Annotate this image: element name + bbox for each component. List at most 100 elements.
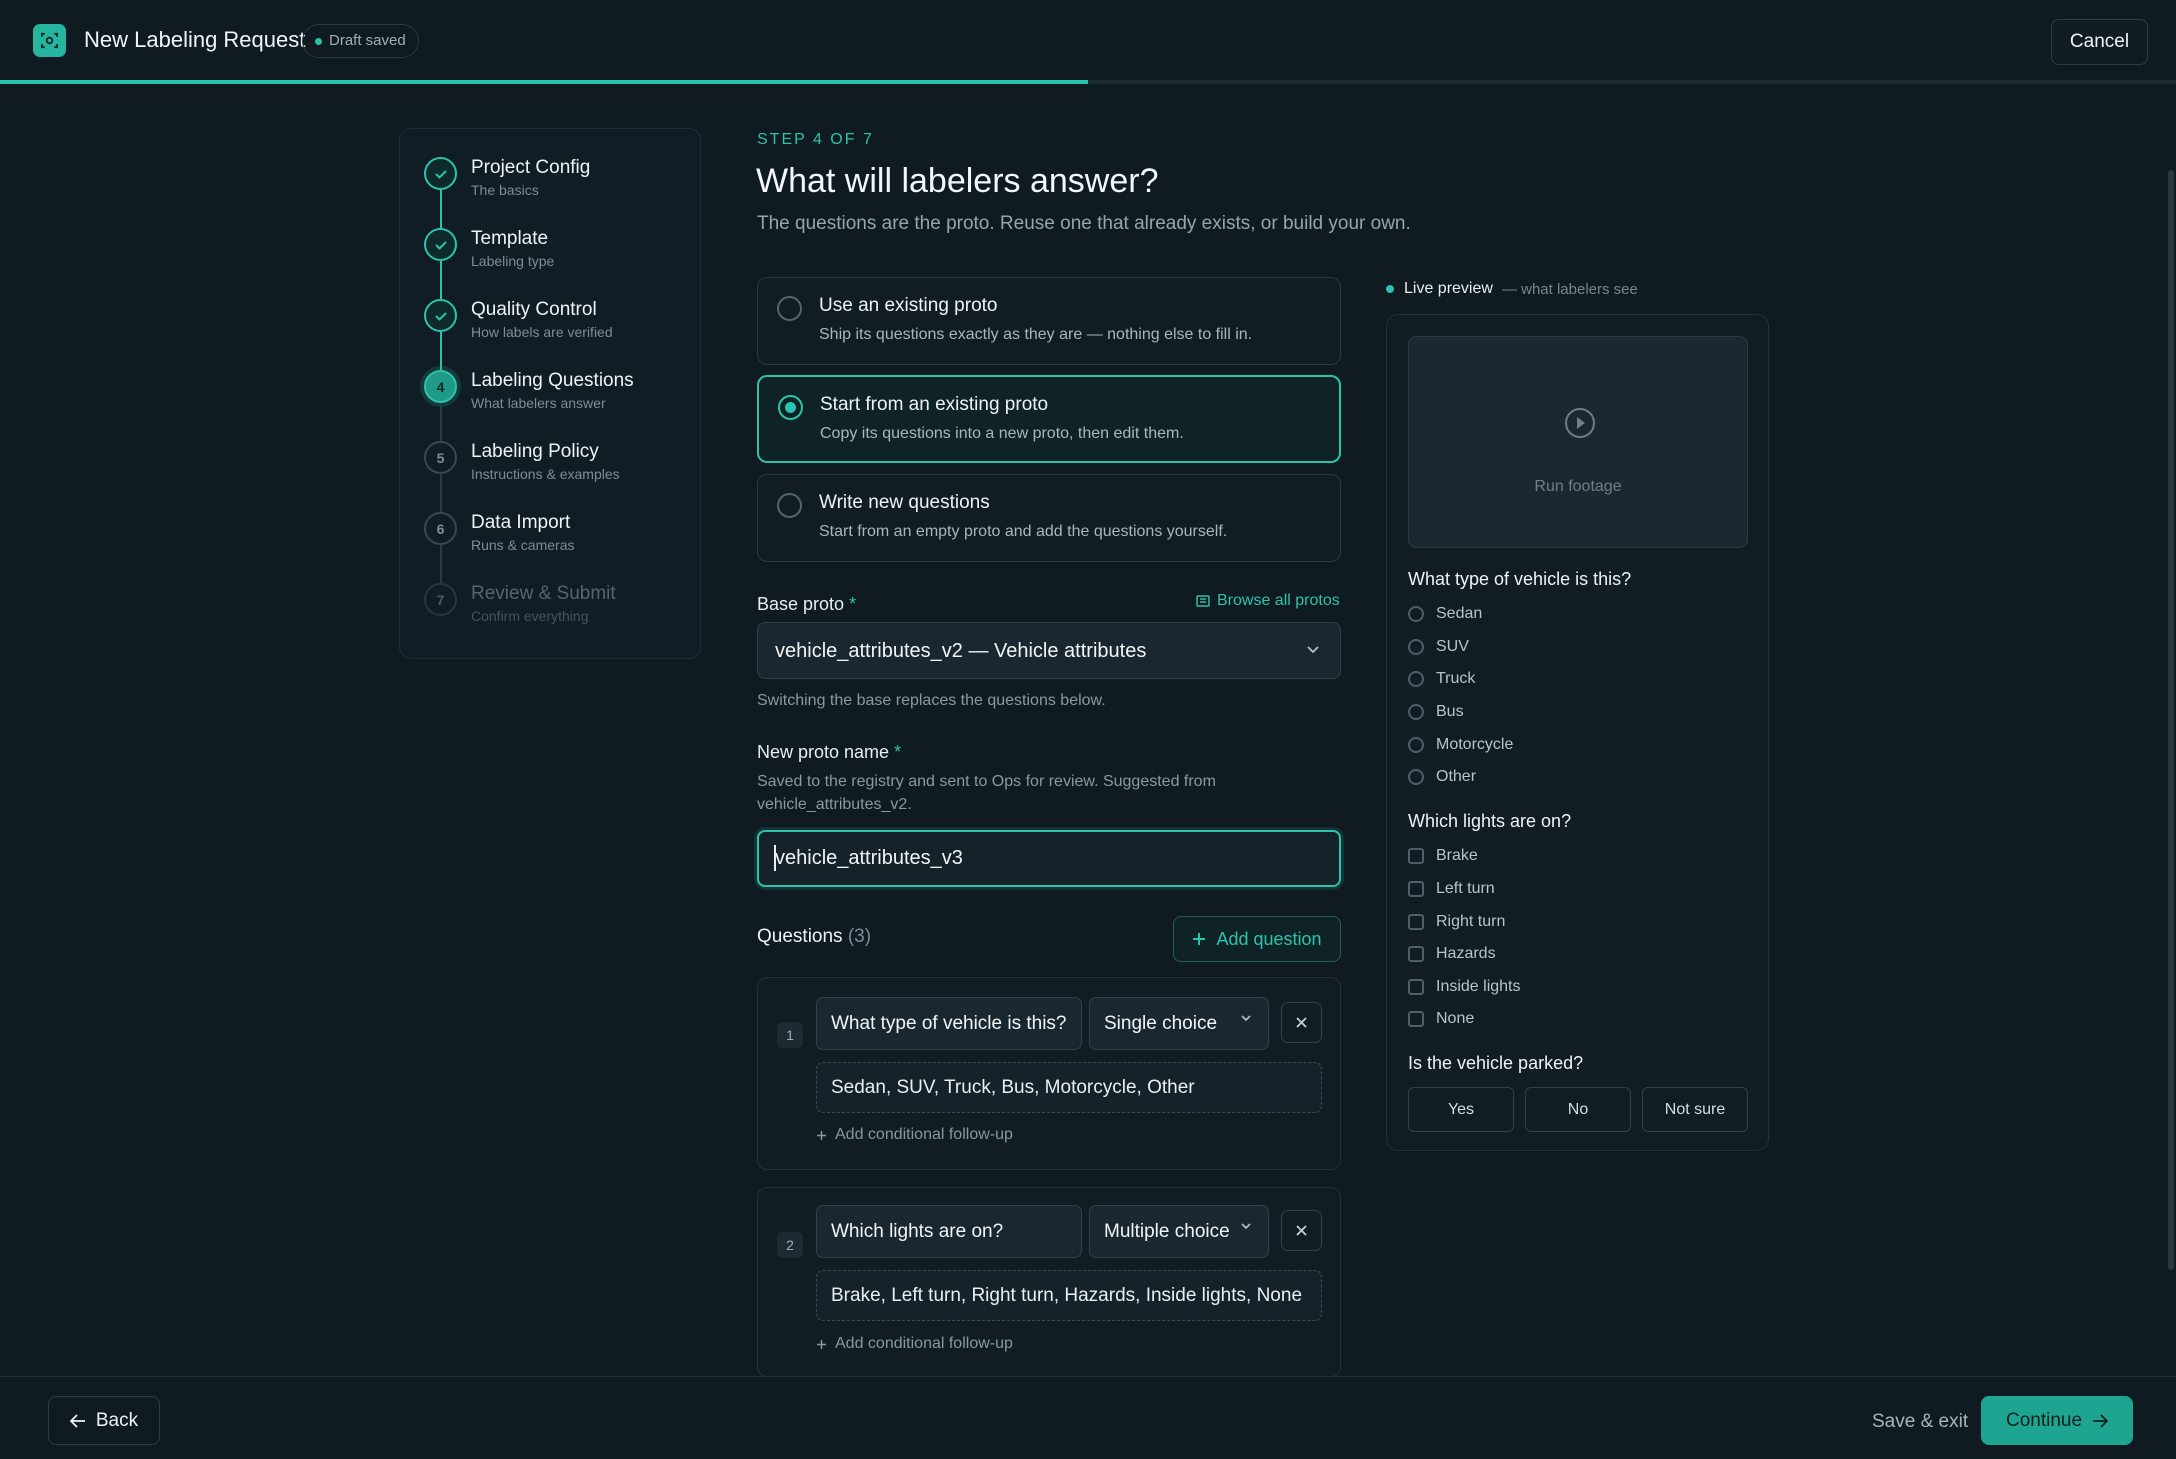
save-and-exit-button[interactable]: Save & exit (1872, 1411, 1968, 1433)
scrollbar-thumb[interactable] (2168, 170, 2174, 1270)
delete-question-button[interactable] (1281, 1210, 1322, 1251)
add-question-label: Add question (1216, 928, 1322, 949)
arrow-left-icon (69, 1413, 85, 1428)
required-mark: * (849, 594, 857, 614)
step-title: Quality Control (471, 299, 597, 320)
preview-answer-button[interactable]: No (1525, 1087, 1631, 1132)
checkbox-icon (1408, 946, 1424, 962)
question-text-input[interactable]: Which lights are on? (816, 1205, 1082, 1258)
cancel-button[interactable]: Cancel (2051, 19, 2148, 65)
radio-button[interactable] (777, 493, 802, 518)
preview-radio-option[interactable]: Bus (1408, 702, 1464, 722)
step-title: Labeling Questions (471, 370, 634, 391)
browse-all-protos-text: Browse all protos (1217, 592, 1340, 609)
step-number: 6 (424, 512, 457, 545)
new-proto-name-label-text: New proto name (757, 742, 890, 762)
step-indicator: STEP 4 OF 7 (757, 131, 874, 148)
base-proto-label: Base proto * (757, 594, 856, 615)
preview-radio-option[interactable]: Motorcycle (1408, 735, 1513, 755)
scrollbar[interactable] (2166, 84, 2176, 1270)
chevron-down-icon (1307, 646, 1319, 654)
chevron-down-icon (1241, 1015, 1251, 1022)
check-icon (424, 157, 457, 190)
step-connector (440, 332, 442, 370)
page-title-header: New Labeling Request (84, 27, 306, 52)
preview-question-title: Which lights are on? (1408, 811, 1572, 831)
question-text-value: Which lights are on? (831, 1221, 1004, 1242)
preview-radio-option[interactable]: SUV (1408, 637, 1469, 657)
new-proto-name-input[interactable]: vehicle_attributes_v3 (757, 830, 1341, 887)
step-subtitle: Instructions & examples (471, 466, 620, 482)
continue-button[interactable]: Continue (1981, 1396, 2133, 1445)
questions-label: Questions (757, 926, 843, 947)
option-label: Inside lights (1436, 978, 1521, 995)
step-subtitle: Runs & cameras (471, 537, 575, 553)
delete-question-button[interactable] (1281, 1002, 1322, 1043)
option-description: Ship its questions exactly as they are —… (819, 326, 1253, 343)
option-label: Other (1436, 768, 1477, 785)
question-type-select[interactable]: Single choice (1089, 997, 1269, 1050)
step-subtitle: How labels are verified (471, 324, 613, 340)
preview-card: Run footage What type of vehicle is this… (1386, 314, 1769, 1151)
preview-radio-option[interactable]: Sedan (1408, 604, 1482, 624)
step-data-import[interactable]: 6 Data Import Runs & cameras (424, 512, 684, 583)
radio-button[interactable] (777, 296, 802, 321)
question-options-input[interactable]: Brake, Left turn, Right turn, Hazards, I… (816, 1270, 1322, 1321)
back-button[interactable]: Back (48, 1396, 160, 1445)
preview-checkbox-option[interactable]: None (1408, 1009, 1474, 1029)
question-options-input[interactable]: Sedan, SUV, Truck, Bus, Motorcycle, Othe… (816, 1062, 1322, 1113)
video-placeholder[interactable]: Run footage (1408, 336, 1748, 548)
wizard-stepper: Project Config The basics Template Label… (399, 128, 701, 659)
page-title: What will labelers answer? (756, 162, 1159, 200)
preview-checkbox-option[interactable]: Hazards (1408, 944, 1496, 964)
question-type-select[interactable]: Multiple choice (1089, 1205, 1269, 1258)
base-proto-value: vehicle_attributes_v2 — Vehicle attribut… (775, 640, 1147, 662)
question-type-value: Multiple choice (1104, 1221, 1230, 1242)
step-connector (440, 190, 442, 228)
progress-bar (0, 80, 2176, 84)
step-quality-control[interactable]: Quality Control How labels are verified (424, 299, 684, 370)
option-use-existing-proto[interactable]: Use an existing proto Ship its questions… (757, 277, 1341, 365)
preview-question-title: What type of vehicle is this? (1408, 569, 1632, 589)
preview-checkbox-option[interactable]: Inside lights (1408, 977, 1521, 997)
step-title: Review & Submit (471, 583, 616, 604)
radio-icon (1408, 671, 1424, 687)
preview-radio-option[interactable]: Truck (1408, 669, 1475, 689)
new-proto-name-help: Saved to the registry and sent to Ops fo… (757, 773, 1216, 813)
base-proto-select[interactable]: vehicle_attributes_v2 — Vehicle attribut… (757, 622, 1341, 679)
radio-button-selected[interactable] (778, 395, 803, 420)
step-labeling-questions[interactable]: 4 Labeling Questions What labelers answe… (424, 370, 684, 441)
option-description: Start from an empty proto and add the qu… (819, 523, 1228, 540)
step-labeling-policy[interactable]: 5 Labeling Policy Instructions & example… (424, 441, 684, 512)
question-card: 1 What type of vehicle is this? Single c… (757, 977, 1341, 1170)
preview-checkbox-option[interactable]: Brake (1408, 846, 1478, 866)
plus-icon (1193, 933, 1206, 945)
add-followup-link[interactable]: Add conditional follow-up (816, 1126, 1013, 1144)
radio-icon (1408, 737, 1424, 753)
option-label: Truck (1436, 670, 1476, 687)
question-card: 2 Which lights are on? Multiple choice B… (757, 1187, 1341, 1377)
question-type-value: Single choice (1104, 1013, 1218, 1034)
preview-checkbox-option[interactable]: Right turn (1408, 912, 1505, 932)
question-text-input[interactable]: What type of vehicle is this? (816, 997, 1082, 1050)
step-connector (440, 261, 442, 299)
live-preview-text: Live preview (1404, 280, 1493, 297)
add-followup-link[interactable]: Add conditional follow-up (816, 1335, 1013, 1353)
draft-status-text: Draft saved (329, 32, 406, 49)
checkbox-icon (1408, 1011, 1424, 1027)
step-project-config[interactable]: Project Config The basics (424, 157, 684, 228)
option-label: Left turn (1436, 880, 1495, 897)
preview-answer-button[interactable]: Yes (1408, 1087, 1514, 1132)
option-label: Right turn (1436, 913, 1506, 930)
radio-icon (1408, 639, 1424, 655)
preview-radio-option[interactable]: Other (1408, 767, 1476, 787)
step-template[interactable]: Template Labeling type (424, 228, 684, 299)
preview-checkbox-option[interactable]: Left turn (1408, 879, 1495, 899)
browse-all-protos-link[interactable]: Browse all protos (1196, 592, 1340, 610)
required-mark: * (894, 742, 902, 762)
checkbox-icon (1408, 848, 1424, 864)
option-write-new-questions[interactable]: Write new questions Start from an empty … (757, 474, 1341, 562)
option-start-from-existing-proto[interactable]: Start from an existing proto Copy its qu… (757, 375, 1341, 463)
add-question-button[interactable]: Add question (1173, 916, 1341, 962)
preview-answer-button[interactable]: Not sure (1642, 1087, 1748, 1132)
